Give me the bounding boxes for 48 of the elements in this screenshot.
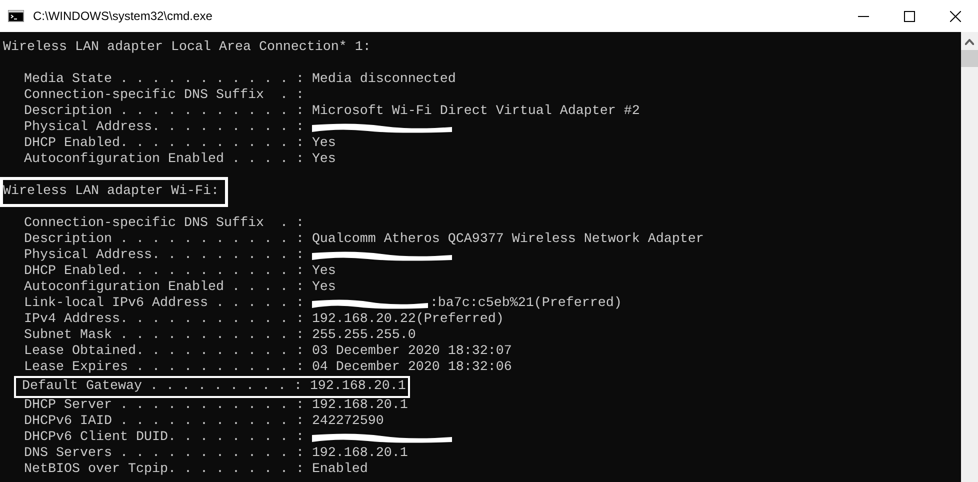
setting-value: Media disconnected: [312, 72, 456, 88]
adapter-heading: Wireless LAN adapter Local Area Connection* 1:: [3, 40, 371, 56]
setting-value: 192.168.20.22(Preferred): [312, 312, 504, 328]
setting-label: Link-local IPv6 Address . . . . . :: [24, 296, 304, 312]
setting-value: 03 December 2020 18:32:07: [312, 344, 512, 360]
setting-value: Yes: [312, 264, 336, 280]
setting-label: Autoconfiguration Enabled . . . . :: [24, 280, 304, 296]
setting-label: Subnet Mask . . . . . . . . . . . :: [24, 328, 304, 344]
setting-value: Qualcomm Atheros QCA9377 Wireless Network Adapter: [312, 232, 704, 248]
setting-label: NetBIOS over Tcpip. . . . . . . . :: [24, 462, 304, 478]
setting-label: Lease Expires . . . . . . . . . . :: [24, 360, 304, 376]
setting-label: DHCPv6 IAID . . . . . . . . . . . :: [24, 414, 304, 430]
setting-value: 255.255.255.0: [312, 328, 416, 344]
scroll-thumb[interactable]: [961, 50, 978, 67]
setting-label: DNS Servers . . . . . . . . . . . :: [24, 446, 304, 462]
setting-value: Enabled: [312, 462, 368, 478]
setting-value: Yes: [312, 136, 336, 152]
setting-value: 242272590: [312, 414, 384, 430]
setting-label: Connection-specific DNS Suffix . :: [24, 88, 304, 104]
setting-label: IPv4 Address. . . . . . . . . . . :: [24, 312, 304, 328]
window-title: C:\WINDOWS\system32\cmd.exe: [33, 9, 214, 23]
setting-label: DHCPv6 Client DUID. . . . . . . . :: [24, 430, 304, 446]
setting-value: Yes: [312, 152, 336, 168]
scroll-up-icon[interactable]: [965, 39, 974, 45]
setting-value: :ba7c:c5eb%21(Preferred): [430, 296, 622, 312]
setting-value: Yes: [312, 280, 336, 296]
setting-label: Description . . . . . . . . . . . :: [24, 104, 304, 120]
setting-label: Physical Address. . . . . . . . . :: [24, 120, 304, 136]
setting-label: Physical Address. . . . . . . . . :: [24, 248, 304, 264]
setting-value: 192.168.20.1: [312, 398, 408, 414]
setting-label: Connection-specific DNS Suffix . :: [24, 216, 304, 232]
scrollbar[interactable]: [961, 32, 978, 482]
setting-label: Description . . . . . . . . . . . :: [24, 232, 304, 248]
console-icon: [8, 10, 24, 22]
setting-value: 192.168.20.1: [312, 446, 408, 462]
setting-label: Lease Obtained. . . . . . . . . . :: [24, 344, 304, 360]
setting-label: DHCP Enabled. . . . . . . . . . . :: [24, 264, 304, 280]
maximize-icon[interactable]: [904, 10, 914, 22]
setting-value: 192.168.20.1: [310, 379, 406, 395]
setting-value: Microsoft Wi-Fi Direct Virtual Adapter #2: [312, 104, 640, 120]
setting-label: Default Gateway . . . . . . . . . :: [22, 379, 302, 395]
setting-label: Autoconfiguration Enabled . . . . :: [24, 152, 304, 168]
setting-label: DHCP Server . . . . . . . . . . . :: [24, 398, 304, 414]
setting-label: Media State . . . . . . . . . . . :: [24, 72, 304, 88]
setting-value: 04 December 2020 18:32:06: [312, 360, 512, 376]
close-icon[interactable]: [950, 10, 960, 22]
setting-label: DHCP Enabled. . . . . . . . . . . :: [24, 136, 304, 152]
adapter-heading: Wireless LAN adapter Wi-Fi:: [3, 184, 219, 200]
